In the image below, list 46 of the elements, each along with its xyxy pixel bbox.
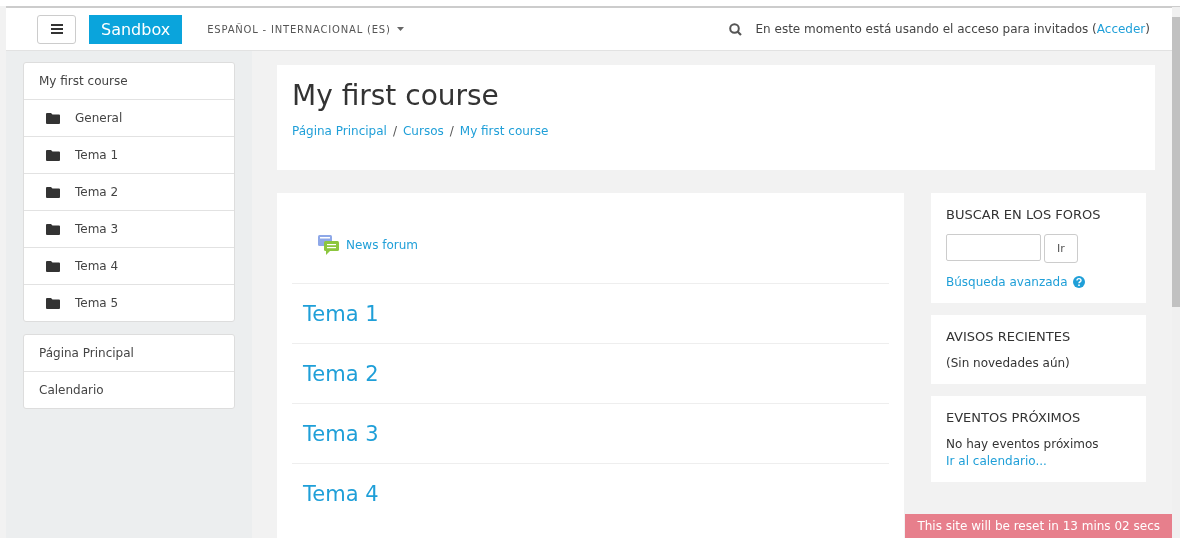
- forum-link[interactable]: News forum: [346, 238, 419, 252]
- events-empty-text: No hay eventos próximos: [946, 437, 1100, 451]
- section-title[interactable]: Tema 3: [303, 421, 379, 446]
- forum-search-field[interactable]: [946, 234, 1041, 261]
- breadcrumb-separator: /: [392, 124, 397, 138]
- section-nav-item[interactable]: Tema 4: [24, 247, 234, 284]
- breadcrumb-link[interactable]: Cursos: [402, 124, 444, 138]
- folder-icon: [46, 297, 60, 309]
- menu-icon: [50, 24, 63, 34]
- site-nav-item[interactable]: Página Principal: [24, 335, 234, 371]
- block-title: BUSCAR EN LOS FOROS: [946, 207, 1102, 222]
- login-link[interactable]: Acceder: [1096, 22, 1146, 36]
- search-icon[interactable]: [728, 22, 742, 36]
- folder-icon: [46, 186, 60, 198]
- section-nav-item[interactable]: Tema 5: [24, 284, 234, 321]
- news-empty-text: (Sin novedades aún): [946, 356, 1071, 370]
- brand-link[interactable]: Sandbox: [89, 14, 183, 44]
- login-info-text: En este momento está usando el acceso para invitados (Acceder): [755, 22, 1150, 36]
- language-menu[interactable]: ESPAÑOL - INTERNACIONAL (ES): [207, 23, 404, 35]
- site-nav-item[interactable]: Calendario: [24, 371, 234, 408]
- breadcrumb-separator: /: [449, 124, 454, 138]
- page-title: My first course: [292, 79, 500, 112]
- reset-notice: This site will be reset in 13 mins 02 secs: [905, 514, 1172, 538]
- help-icon[interactable]: [1072, 276, 1085, 288]
- block-title: AVISOS RECIENTES: [946, 329, 1072, 344]
- course-nav-title[interactable]: My first course: [24, 63, 234, 99]
- folder-icon: [46, 223, 60, 235]
- section-nav-item[interactable]: Tema 1: [24, 136, 234, 173]
- breadcrumb-link[interactable]: Página Principal: [292, 124, 387, 138]
- section-title[interactable]: Tema 4: [303, 481, 379, 506]
- folder-icon: [46, 112, 60, 124]
- go-button[interactable]: Ir: [1044, 234, 1078, 263]
- section-nav-item[interactable]: General: [24, 99, 234, 136]
- section-title[interactable]: Tema 1: [303, 301, 379, 326]
- breadcrumb-link[interactable]: My first course: [459, 124, 549, 138]
- section-nav-item[interactable]: Tema 3: [24, 210, 234, 247]
- forum-icon: [318, 235, 340, 255]
- section-title[interactable]: Tema 2: [303, 361, 379, 386]
- folder-icon: [46, 260, 60, 272]
- section-nav-item[interactable]: Tema 2: [24, 173, 234, 210]
- folder-icon: [46, 149, 60, 161]
- caret-icon: [396, 27, 404, 31]
- calendar-link[interactable]: Ir al calendario...: [946, 454, 1047, 468]
- menu-button[interactable]: [37, 14, 76, 44]
- advanced-search-link[interactable]: Búsqueda avanzada: [946, 275, 1068, 289]
- block-title: EVENTOS PRÓXIMOS: [946, 410, 1082, 425]
